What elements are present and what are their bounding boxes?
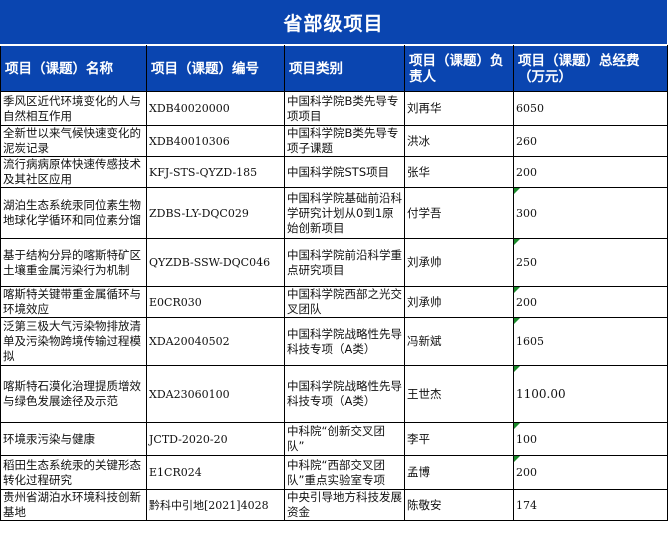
cell-project-name: 喀斯特关键带重金属循环与环境效应 (0, 286, 147, 318)
table-row: 环境汞污染与健康 JCTD-2020-20 中科院“创新交叉团队” 李平 100 (0, 422, 668, 456)
cell-project-code: JCTD-2020-20 (146, 422, 285, 456)
cell-project-funding: 100 (513, 422, 668, 456)
cell-project-code: XDB40020000 (146, 91, 285, 126)
cell-project-category: 中国科学院B类先导专项子课题 (284, 125, 405, 157)
cell-project-name: 湖泊生态系统汞同位素生物地球化学循环和同位素分馏 (0, 187, 147, 239)
table-row: 全新世以来气候快速变化的泥炭记录 XDB40010306 中国科学院B类先导专项子课… (0, 125, 668, 157)
cell-project-leader: 李平 (404, 422, 514, 456)
cell-project-code: XDA23060100 (146, 365, 285, 423)
cell-project-funding: 6050 (513, 91, 668, 126)
cell-project-category: 中国科学院西部之光交叉团队 (284, 286, 405, 318)
cell-project-code: KFJ-STS-QYZD-185 (146, 156, 285, 188)
cell-project-leader: 冯新斌 (404, 317, 514, 366)
table-row: 湖泊生态系统汞同位素生物地球化学循环和同位素分馏 ZDBS-LY-DQC029 中国… (0, 187, 668, 239)
cell-project-category: 中科院“创新交叉团队” (284, 422, 405, 456)
table-header-row: 项目（课题）名称 项目（课题）编号 项目类别 项目（课题）负责人 项目（课题）总… (0, 45, 668, 92)
cell-project-code: 黔科中引地[2021]4028 (146, 489, 285, 521)
cell-project-funding: 174 (513, 489, 668, 521)
cell-project-code: E0CR030 (146, 286, 285, 318)
cell-project-code: QYZDB-SSW-DQC046 (146, 238, 285, 287)
cell-project-leader: 王世杰 (404, 365, 514, 423)
cell-project-funding: 250 (513, 238, 668, 287)
column-header-leader: 项目（课题）负责人 (404, 45, 514, 92)
cell-project-name: 喀斯特石漠化治理提质增效与绿色发展途径及示范 (0, 365, 147, 423)
cell-project-funding: 300 (513, 187, 668, 239)
cell-project-leader: 刘承帅 (404, 238, 514, 287)
sheet-title: 省部级项目 (0, 0, 667, 45)
project-sheet: 省部级项目 项目（课题）名称 项目（课题）编号 项目类别 项目（课题）负责人 项… (0, 0, 668, 521)
column-header-funding: 项目（课题）总经费（万元） (513, 45, 668, 92)
column-header-name: 项目（课题）名称 (0, 45, 147, 92)
cell-project-funding: 1100.00 (513, 365, 668, 423)
cell-project-category: 中国科学院战略性先导科技专项（A类） (284, 365, 405, 423)
cell-project-name: 全新世以来气候快速变化的泥炭记录 (0, 125, 147, 157)
cell-project-name: 季风区近代环境变化的人与自然相互作用 (0, 91, 147, 126)
cell-project-code: XDA20040502 (146, 317, 285, 366)
table-row: 贵州省湖泊水环境科技创新基地 黔科中引地[2021]4028 中央引导地方科技发展资… (0, 489, 668, 521)
cell-project-leader: 刘再华 (404, 91, 514, 126)
cell-project-leader: 陈敬安 (404, 489, 514, 521)
cell-project-funding: 260 (513, 125, 668, 157)
cell-project-category: 中国科学院B类先导专项项目 (284, 91, 405, 126)
cell-project-name: 环境汞污染与健康 (0, 422, 147, 456)
cell-project-name: 基于结构分异的喀斯特矿区土壤重金属污染行为机制 (0, 238, 147, 287)
table-row: 泛第三极大气污染物排放清单及污染物跨境传输过程模拟 XDA20040502 中国科学… (0, 317, 668, 366)
cell-project-name: 贵州省湖泊水环境科技创新基地 (0, 489, 147, 521)
column-header-category: 项目类别 (284, 45, 405, 92)
cell-project-funding: 200 (513, 286, 668, 318)
cell-project-category: 中国科学院前沿科学重点研究项目 (284, 238, 405, 287)
cell-project-category: 中国科学院战略性先导科技专项（A类） (284, 317, 405, 366)
cell-project-name: 泛第三极大气污染物排放清单及污染物跨境传输过程模拟 (0, 317, 147, 366)
cell-project-code: XDB40010306 (146, 125, 285, 157)
table-row: 喀斯特关键带重金属循环与环境效应 E0CR030 中国科学院西部之光交叉团队 刘承帅 2… (0, 286, 668, 318)
cell-project-leader: 孟博 (404, 455, 514, 490)
cell-project-funding: 200 (513, 455, 668, 490)
cell-project-funding: 1605 (513, 317, 668, 366)
cell-project-category: 中国科学院基础前沿科学研究计划从0到1原始创新项目 (284, 187, 405, 239)
table-row: 喀斯特石漠化治理提质增效与绿色发展途径及示范 XDA23060100 中国科学院战略… (0, 365, 668, 423)
table-row: 流行病病原体快速传感技术及其社区应用 KFJ-STS-QYZD-185 中国科学院S… (0, 156, 668, 188)
cell-project-category: 中科院“西部交叉团队”重点实验室专项 (284, 455, 405, 490)
cell-project-category: 中央引导地方科技发展资金 (284, 489, 405, 521)
cell-project-leader: 付学吾 (404, 187, 514, 239)
cell-project-code: ZDBS-LY-DQC029 (146, 187, 285, 239)
cell-project-leader: 张华 (404, 156, 514, 188)
cell-project-code: E1CR024 (146, 455, 285, 490)
table-row: 季风区近代环境变化的人与自然相互作用 XDB40020000 中国科学院B类先导专项… (0, 91, 668, 126)
cell-project-name: 流行病病原体快速传感技术及其社区应用 (0, 156, 147, 188)
cell-project-leader: 洪冰 (404, 125, 514, 157)
table-row: 基于结构分异的喀斯特矿区土壤重金属污染行为机制 QYZDB-SSW-DQC046 中… (0, 238, 668, 287)
cell-project-leader: 刘承帅 (404, 286, 514, 318)
project-table: 项目（课题）名称 项目（课题）编号 项目类别 项目（课题）负责人 项目（课题）总… (0, 45, 668, 521)
table-row: 稻田生态系统汞的关键形态转化过程研究 E1CR024 中科院“西部交叉团队”重点实验… (0, 455, 668, 490)
cell-project-funding: 200 (513, 156, 668, 188)
cell-project-category: 中国科学院STS项目 (284, 156, 405, 188)
cell-project-name: 稻田生态系统汞的关键形态转化过程研究 (0, 455, 147, 490)
column-header-code: 项目（课题）编号 (146, 45, 285, 92)
